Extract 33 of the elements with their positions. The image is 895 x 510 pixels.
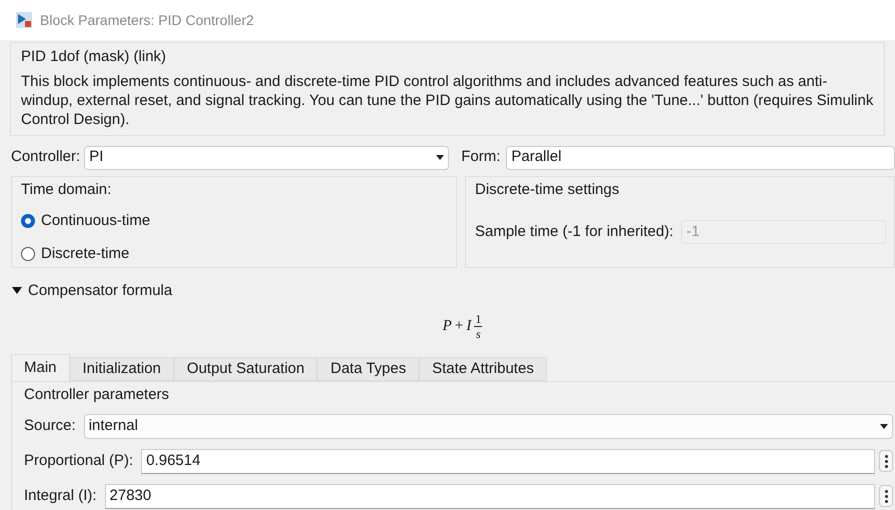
- mask-description: This block implements continuous- and discrete-time PID control algorithms and includes advanced features such as anti-windup, external reset, and signal tracking. You can tune the PID gains automatically using the 'Tune...' button (requires Simulink Control Design).: [21, 72, 874, 128]
- tab[interactable]: Initialization: [70, 357, 174, 381]
- parameter-field[interactable]: 27830: [104, 484, 875, 508]
- mask-title: PID 1dof (mask) (link): [21, 47, 168, 67]
- parameter-label: Integral (I):: [24, 486, 97, 506]
- radio-option[interactable]: Discrete-time: [21, 242, 130, 265]
- dropdown-arrow-icon: [880, 424, 888, 428]
- parameter-label: Proportional (P):: [24, 450, 134, 471]
- dropdown-arrow-icon: [436, 155, 444, 160]
- group-title: Controller parameters: [24, 385, 170, 405]
- tab[interactable]: Data Types: [317, 357, 420, 381]
- controller-dropdown[interactable]: PI: [84, 146, 450, 170]
- more-options-button[interactable]: [879, 450, 893, 472]
- form-label: Form:: [461, 147, 500, 168]
- radio-selected-icon: [21, 214, 35, 228]
- radio-option[interactable]: Continuous-time: [21, 210, 150, 232]
- source-label: Source:: [24, 416, 76, 436]
- source-dropdown[interactable]: internal: [84, 414, 893, 438]
- group-title: Discrete-time settings: [475, 180, 620, 200]
- parameter-field[interactable]: 0.96514: [141, 448, 875, 474]
- form-dropdown[interactable]: Parallel: [506, 146, 895, 170]
- controller-label: Controller:: [11, 147, 80, 168]
- block-app-icon: [16, 12, 32, 28]
- group-title: Time domain:: [21, 180, 112, 200]
- more-options-button[interactable]: [879, 485, 893, 507]
- window-title: Block Parameters: PID Controller2: [40, 10, 254, 30]
- sample-time-label: Sample time (-1 for inherited):: [475, 222, 674, 242]
- expanded-triangle-icon: [12, 286, 22, 295]
- tab[interactable]: State Attributes: [419, 357, 547, 381]
- tab[interactable]: Output Saturation: [174, 357, 318, 381]
- compensator-toggle[interactable]: Compensator formula: [12, 280, 172, 302]
- radio-empty-icon: [21, 246, 35, 261]
- tab[interactable]: Main: [11, 354, 70, 381]
